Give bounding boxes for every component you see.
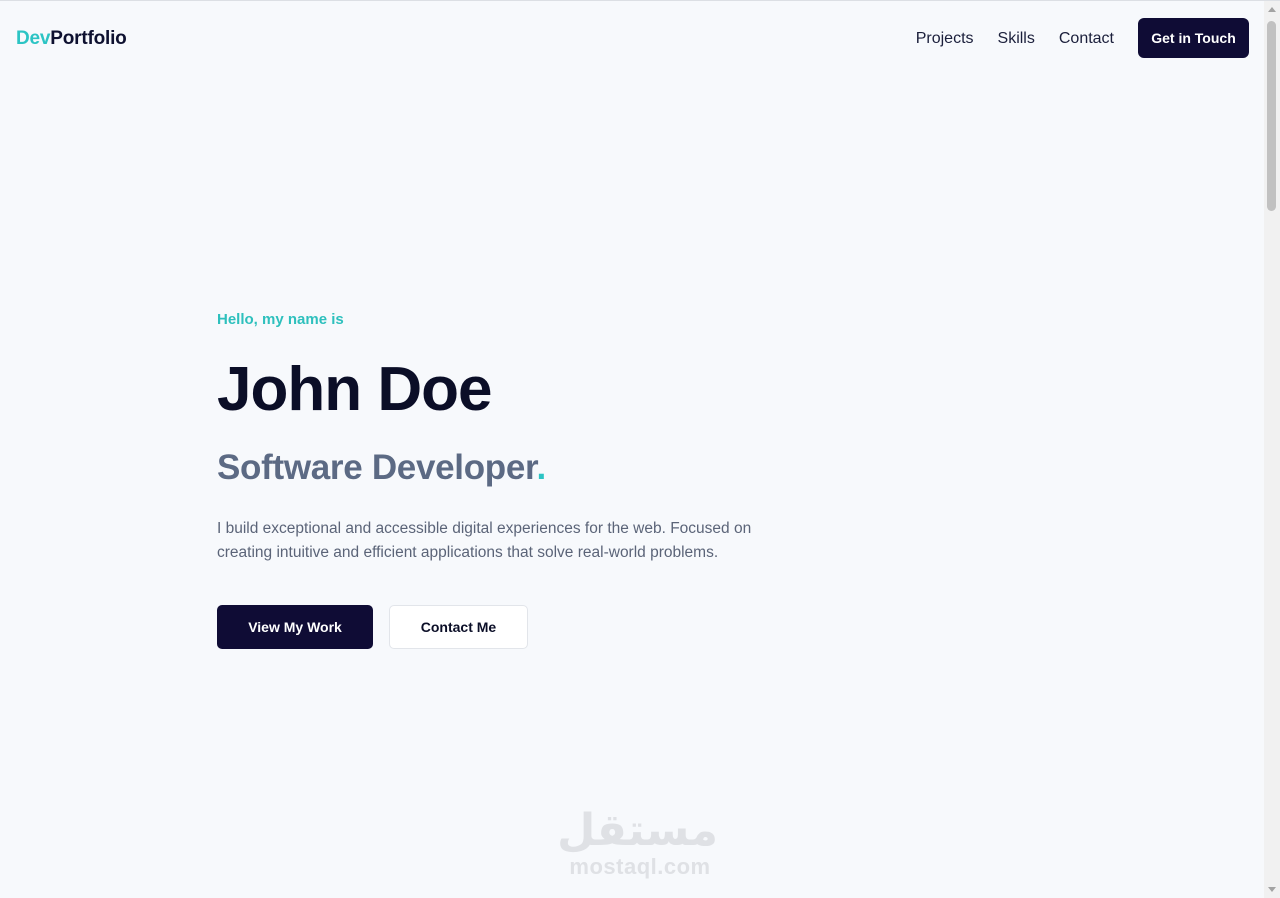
nav-link-projects[interactable]: Projects bbox=[916, 29, 974, 49]
scrollbar-thumb[interactable] bbox=[1267, 21, 1276, 211]
site-logo[interactable]: DevPortfolio bbox=[16, 27, 127, 51]
logo-accent-text: Dev bbox=[16, 28, 51, 49]
view-my-work-button[interactable]: View My Work bbox=[217, 605, 373, 649]
get-in-touch-button[interactable]: Get in Touch bbox=[1138, 18, 1249, 58]
hero-name: John Doe bbox=[217, 355, 492, 424]
hero-section: Hello, my name is John Doe Software Deve… bbox=[217, 309, 817, 649]
scroll-up-arrow-icon[interactable] bbox=[1268, 7, 1276, 12]
hero-role-text: Software Developer bbox=[217, 448, 537, 487]
contact-me-button[interactable]: Contact Me bbox=[389, 605, 528, 649]
hero-greeting: Hello, my name is bbox=[217, 311, 344, 328]
page: DevPortfolio Projects Skills Contact Get… bbox=[0, 1, 1264, 898]
navbar: DevPortfolio Projects Skills Contact Get… bbox=[0, 1, 1264, 77]
hero-bio: I build exceptional and accessible digit… bbox=[217, 520, 752, 561]
nav-links: Projects Skills Contact bbox=[916, 29, 1114, 49]
watermark-logo: مستقل bbox=[557, 805, 718, 856]
hero-actions: View My Work Contact Me bbox=[217, 605, 817, 649]
scroll-down-arrow-icon[interactable] bbox=[1268, 887, 1276, 892]
watermark-url: mostaql.com bbox=[569, 854, 711, 879]
logo-main-text: Portfolio bbox=[50, 28, 127, 49]
nav-link-contact[interactable]: Contact bbox=[1059, 29, 1114, 49]
hero-role: Software Developer. bbox=[217, 447, 817, 489]
nav-link-skills[interactable]: Skills bbox=[998, 29, 1035, 49]
hero-role-dot: . bbox=[536, 448, 546, 487]
vertical-scrollbar[interactable] bbox=[1264, 1, 1280, 898]
watermark: مستقل mostaql.com bbox=[557, 805, 718, 879]
